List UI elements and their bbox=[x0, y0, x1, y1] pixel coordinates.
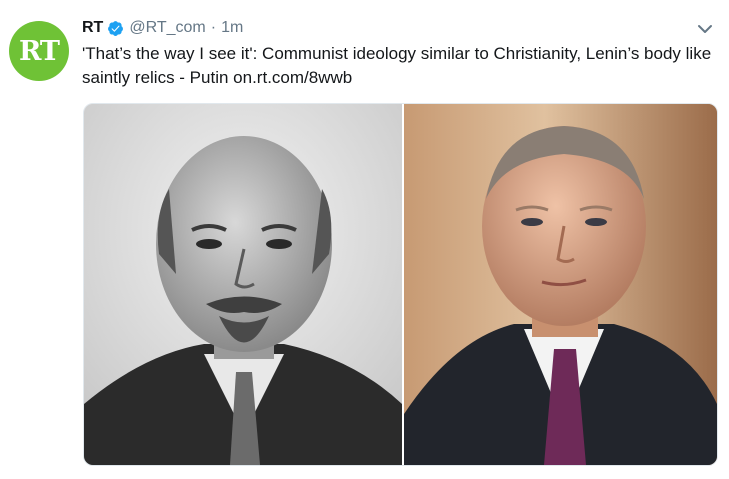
photo-left[interactable] bbox=[84, 104, 402, 465]
portrait-bw-illustration bbox=[84, 104, 402, 465]
media-container bbox=[83, 103, 718, 466]
portrait-color-illustration bbox=[404, 104, 717, 465]
tweet-link[interactable]: on.rt.com/8wwb bbox=[233, 68, 352, 87]
photo-right[interactable] bbox=[404, 104, 717, 465]
author-handle[interactable]: @RT_com bbox=[129, 19, 205, 37]
time-separator: · bbox=[210, 19, 217, 36]
avatar-logo-text: RT bbox=[18, 35, 60, 67]
tweet[interactable]: RT RT @RT_com · 1m 'That’s the way I see… bbox=[0, 0, 729, 479]
avatar[interactable]: RT bbox=[9, 21, 69, 81]
author-name[interactable]: RT bbox=[82, 19, 103, 37]
tweet-timestamp[interactable]: 1m bbox=[221, 19, 243, 37]
verified-badge-icon bbox=[107, 20, 124, 37]
tweet-header: RT @RT_com · 1m bbox=[82, 16, 243, 40]
tweet-body: 'That’s the way I see it': Communist ide… bbox=[82, 44, 712, 87]
chevron-down-icon[interactable] bbox=[696, 20, 714, 38]
tweet-text: 'That’s the way I see it': Communist ide… bbox=[82, 42, 722, 90]
